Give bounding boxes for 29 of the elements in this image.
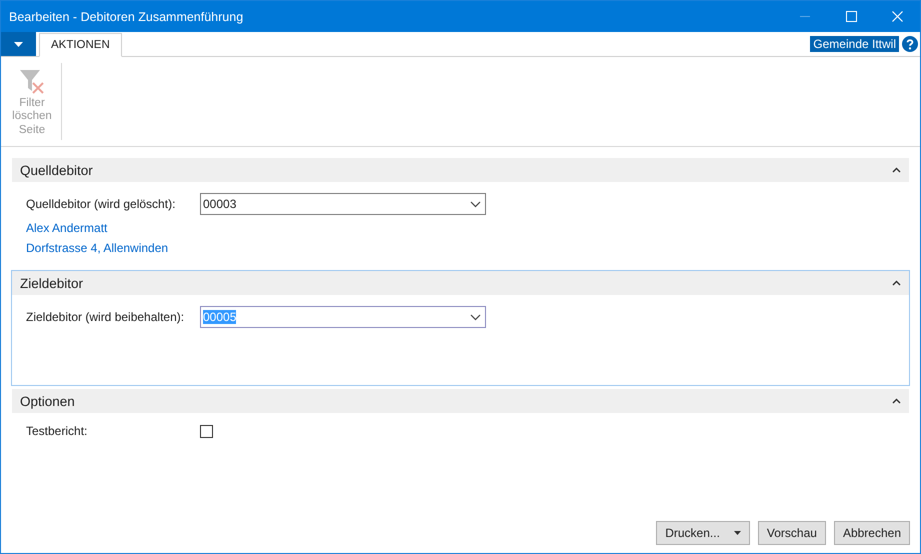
close-icon [892,11,902,22]
chevron-down-icon[interactable] [470,314,481,320]
company-name: Gemeinde Ittwil [810,36,899,52]
checkbox[interactable] [200,424,213,438]
dropdown-field[interactable]: 00003 [200,193,486,215]
dialog-button[interactable]: Abbrechen [834,521,910,545]
group-label: Seite [18,124,46,136]
collapse-icon[interactable] [892,167,901,173]
collapse-icon[interactable] [892,398,901,404]
detail-link[interactable]: Dorfstrasse 4, Allenwinden [26,241,168,255]
maximize-icon [846,11,856,22]
chevron-down-icon[interactable] [470,200,481,208]
window-title: Bearbeiten - Debitoren Zusammenführung [9,10,244,24]
caret-icon [734,531,741,535]
field-label: Testbericht: [26,424,88,438]
menu-button[interactable] [1,32,36,56]
help-icon[interactable] [902,36,918,52]
collapse-icon[interactable] [892,280,901,286]
dialog-button[interactable]: Drucken... [656,521,750,545]
section-title: Quelldebitor [20,162,94,178]
section-title: Zieldebitor [20,276,84,290]
section-title: Optionen [20,394,76,408]
dialog-button[interactable]: Vorschau [758,521,826,545]
detail-link[interactable]: Alex Andermatt [26,221,108,235]
caret-icon [14,42,23,46]
field-label: Quelldebitor (wird gelöscht): [26,197,176,211]
field-label: Zieldebitor (wird beibehalten): [26,310,186,324]
minimize-icon [800,16,810,17]
ribbon-tab[interactable]: AKTIONEN [39,33,122,57]
